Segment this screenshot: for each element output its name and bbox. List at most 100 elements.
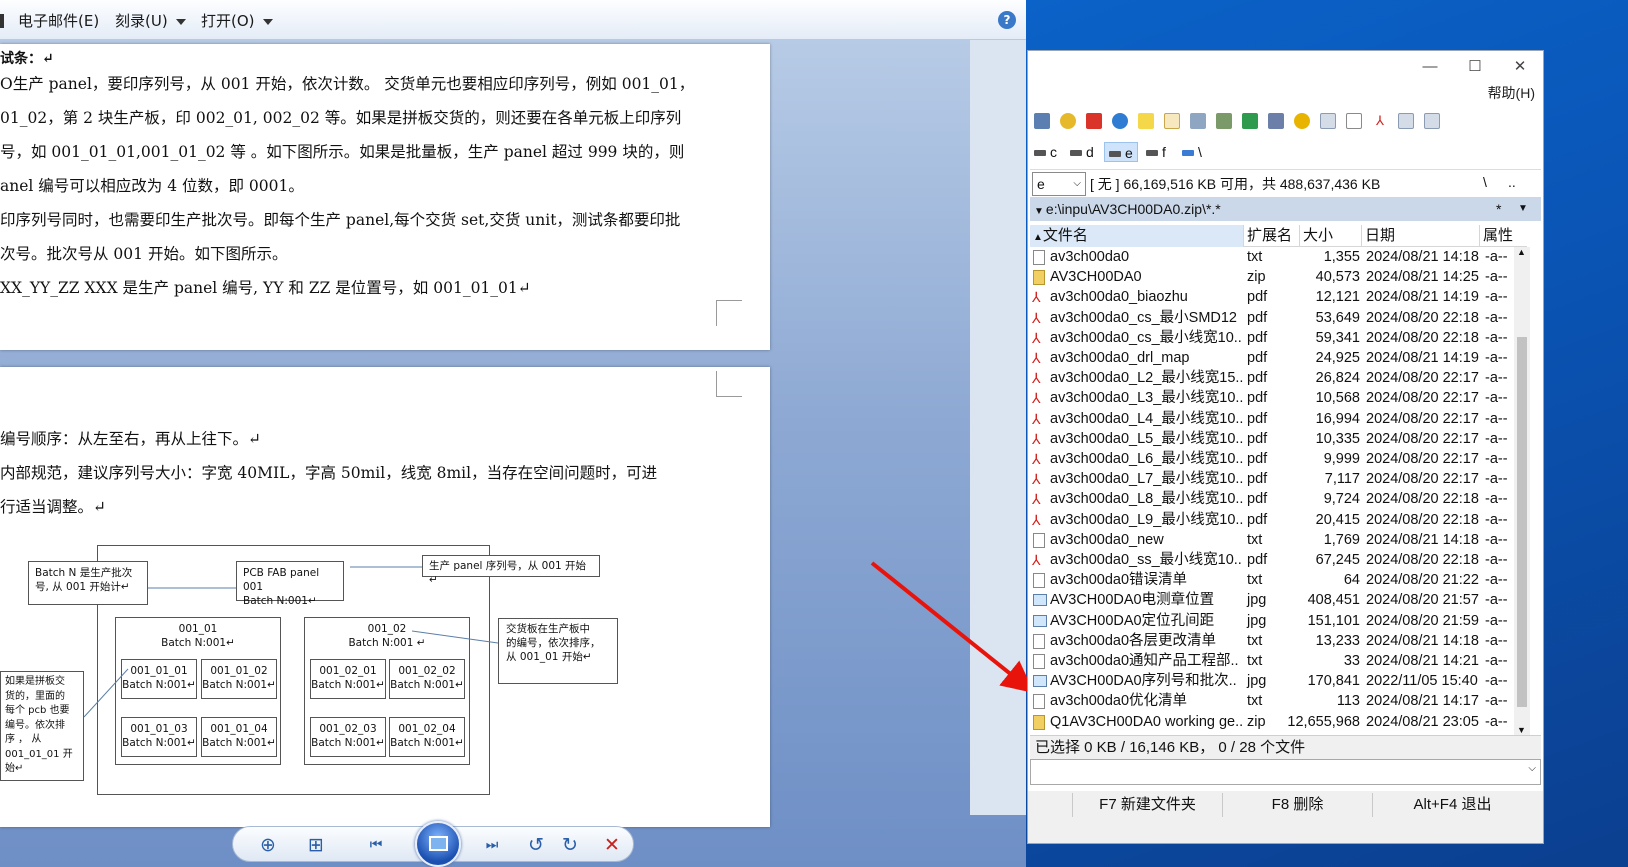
file-name: av3ch00da0_L2_最小线宽15.. (1050, 370, 1244, 387)
file-ext: txt (1247, 249, 1263, 265)
print-icon[interactable] (1190, 113, 1206, 129)
close-button[interactable]: ✕ (1510, 57, 1530, 77)
parent-dir-button[interactable]: .. (1508, 174, 1516, 190)
column-size[interactable]: 大小 (1300, 225, 1362, 247)
column-date[interactable]: 日期 (1362, 225, 1480, 247)
file-row[interactable]: ⅄ av3ch00da0_ss_最小线宽10.. pdf 67,245 2024/08/… (1030, 550, 1512, 570)
file-row[interactable]: AV3CH00DA0电测章位置 jpg 408,451 2024/08/20 21:5… (1030, 590, 1512, 610)
file-row[interactable]: ⅄ av3ch00da0_L2_最小线宽15.. pdf 26,824 2024/08/… (1030, 368, 1512, 388)
file-name: av3ch00da0_L8_最小线宽10.. (1050, 491, 1244, 508)
file-list: av3ch00da0 txt 1,355 2024/08/21 14:18 -a-- AV… (1030, 247, 1512, 735)
file-row[interactable]: av3ch00da0通知产品工程部.. txt 33 2024/08/21 14:21… (1030, 651, 1512, 671)
file-name: av3ch00da0_ss_最小线宽10.. (1050, 552, 1242, 568)
file-row[interactable]: ⅄ av3ch00da0_L6_最小线宽10.. pdf 9,999 2024/08/2… (1030, 449, 1512, 469)
menu-help[interactable]: 帮助(H) (1488, 83, 1535, 103)
scrollbar-thumb[interactable] (1517, 337, 1527, 707)
file-row[interactable]: ⅄ av3ch00da0_L8_最小线宽10.. pdf 9,724 2024/08/2… (1030, 489, 1512, 509)
scroll-up-icon[interactable]: ▲ (1517, 247, 1526, 257)
column-headers: ▲文件名 扩展名 大小 日期 属性 (1030, 225, 1527, 247)
drive-f-button[interactable]: f (1146, 142, 1166, 162)
delete-button[interactable]: F8 删除 (1222, 793, 1372, 817)
refresh-icon[interactable] (1112, 113, 1128, 129)
file-row[interactable]: av3ch00da0 txt 1,355 2024/08/21 14:18 -a-- (1030, 247, 1512, 267)
filter-star[interactable]: * (1496, 197, 1501, 221)
file-row[interactable]: ⅄ av3ch00da0_L5_最小线宽10.. pdf 10,335 2024/08/… (1030, 429, 1512, 449)
blank-page-icon[interactable] (1346, 113, 1362, 129)
exit-button[interactable]: Alt+F4 退出 (1372, 793, 1532, 817)
drive-icon (1070, 150, 1082, 157)
tools-icon[interactable] (1268, 113, 1284, 129)
minimize-button[interactable]: — (1420, 57, 1440, 77)
file-row[interactable]: ⅄ av3ch00da0_L4_最小线宽10.. pdf 16,994 2024/08/… (1030, 409, 1512, 429)
file-row[interactable]: ⅄ av3ch00da0_L9_最小线宽10.. pdf 20,415 2024/08/… (1030, 510, 1512, 530)
chevron-down-icon[interactable]: ⌵ (1528, 763, 1536, 774)
history-dropdown-icon[interactable]: ▼ (1518, 197, 1528, 221)
file-manager-window: — ☐ ✕ 帮助(H) ⅄ c d e f \ e ⌵ [ 无 ] 66,169,… (1027, 50, 1544, 844)
file-attr: -a-- (1485, 693, 1508, 710)
file-row[interactable]: ⅄ av3ch00da0_L7_最小线宽10.. pdf 7,117 2024/08/2… (1030, 469, 1512, 489)
path-bar[interactable]: ▼ e:\inpu\AV3CH00DA0.zip\*.* * ▼ (1030, 197, 1541, 221)
file-date: 2024/08/20 22:18 (1366, 552, 1479, 568)
panel-alt-icon[interactable] (1424, 113, 1440, 129)
drive-select[interactable]: e ⌵ (1032, 172, 1086, 196)
excel-icon[interactable] (1242, 113, 1258, 129)
file-size: 9,724 (1323, 491, 1360, 508)
file-row[interactable]: ⅄ av3ch00da0_drl_map pdf 24,925 2024/08/21 1… (1030, 348, 1512, 368)
file-row[interactable]: Q1AV3CH00DA0 working ge.. zip 12,655,968 20… (1030, 712, 1512, 732)
file-name: av3ch00da0_L9_最小线宽10.. (1050, 511, 1244, 528)
network-icon[interactable] (1034, 113, 1050, 129)
file-name: av3ch00da0_L7_最小线宽10.. (1050, 471, 1244, 488)
file-size: 20,415 (1315, 511, 1360, 528)
txt-file-icon (1033, 694, 1045, 710)
file-row[interactable]: av3ch00da0_new txt 1,769 2024/08/21 14:18 -a… (1030, 530, 1512, 550)
file-date: 2024/08/21 14:25 (1366, 269, 1479, 286)
file-row[interactable]: ⅄ av3ch00da0_L3_最小线宽10.. pdf 10,568 2024/08/… (1030, 388, 1512, 408)
vertical-scrollbar[interactable]: ▲ ▼ (1514, 247, 1530, 735)
file-row[interactable]: ⅄ av3ch00da0_cs_最小线宽10.. pdf 59,341 2024/08/… (1030, 328, 1512, 348)
file-row[interactable]: av3ch00da0错误清单 txt 64 2024/08/20 21:22 -a-- (1030, 570, 1512, 590)
command-line-input[interactable]: ⌵ (1030, 759, 1541, 785)
file-attr: -a-- (1485, 592, 1508, 609)
file-row[interactable]: ⅄ av3ch00da0_biaozhu pdf 12,121 2024/08/21 1… (1030, 287, 1512, 307)
drive-d-button[interactable]: d (1070, 142, 1094, 162)
network-drive-button[interactable]: \ (1182, 142, 1202, 162)
file-date: 2024/08/21 14:21 (1366, 653, 1479, 669)
window-icon[interactable] (1320, 113, 1336, 129)
pack-icon[interactable] (1060, 113, 1076, 129)
file-size: 59,341 (1315, 329, 1360, 346)
file-row[interactable]: av3ch00da0优化清单 txt 113 2024/08/21 14:17 -a-- (1030, 691, 1512, 711)
new-folder-button[interactable]: F7 新建文件夹 (1072, 793, 1222, 817)
root-dir-button[interactable]: \ (1483, 174, 1487, 190)
file-date: 2024/08/21 14:19 (1366, 289, 1479, 306)
text-icon[interactable] (1164, 113, 1180, 129)
acrobat-icon[interactable]: ⅄ (1372, 113, 1388, 129)
jpg-file-icon (1033, 594, 1047, 607)
file-ext: zip (1247, 269, 1266, 286)
file-row[interactable]: AV3CH00DA0 zip 40,573 2024/08/21 14:25 -a-- (1030, 267, 1512, 287)
panel-icon[interactable] (1398, 113, 1414, 129)
file-row[interactable]: AV3CH00DA0定位孔间距 jpg 151,101 2024/08/20 21:5… (1030, 611, 1512, 631)
sort-up-icon: ▲ (1033, 232, 1043, 243)
file-attr: -a-- (1485, 531, 1508, 548)
drive-c-button[interactable]: c (1034, 142, 1057, 162)
column-ext[interactable]: 扩展名 (1244, 225, 1300, 247)
file-size: 64 (1343, 572, 1360, 589)
file-ext: jpg (1247, 673, 1267, 690)
font-icon[interactable] (1138, 113, 1154, 129)
file-ext: pdf (1247, 350, 1268, 366)
file-row[interactable]: ⅄ av3ch00da0_cs_最小SMD12 pdf 53,649 2024/08/2… (1030, 308, 1512, 328)
drive-e-button[interactable]: e (1104, 142, 1138, 162)
file-row[interactable]: AV3CH00DA0序列号和批次.. jpg 170,841 2022/11/05 1… (1030, 671, 1512, 691)
maximize-button[interactable]: ☐ (1465, 57, 1485, 77)
column-attr[interactable]: 属性 (1480, 225, 1528, 247)
file-ext: pdf (1247, 390, 1268, 407)
shield-icon[interactable] (1294, 113, 1310, 129)
scroll-down-icon[interactable]: ▼ (1517, 725, 1526, 735)
file-row[interactable]: av3ch00da0各层更改清单 txt 13,233 2024/08/21 14:1… (1030, 631, 1512, 651)
file-date: 2024/08/21 23:05 (1366, 713, 1479, 730)
column-name[interactable]: ▲文件名 (1030, 225, 1244, 247)
file-ext: txt (1247, 653, 1263, 669)
file-size: 408,451 (1307, 592, 1360, 609)
tree-icon[interactable] (1216, 113, 1232, 129)
pdf-icon[interactable] (1086, 113, 1102, 129)
